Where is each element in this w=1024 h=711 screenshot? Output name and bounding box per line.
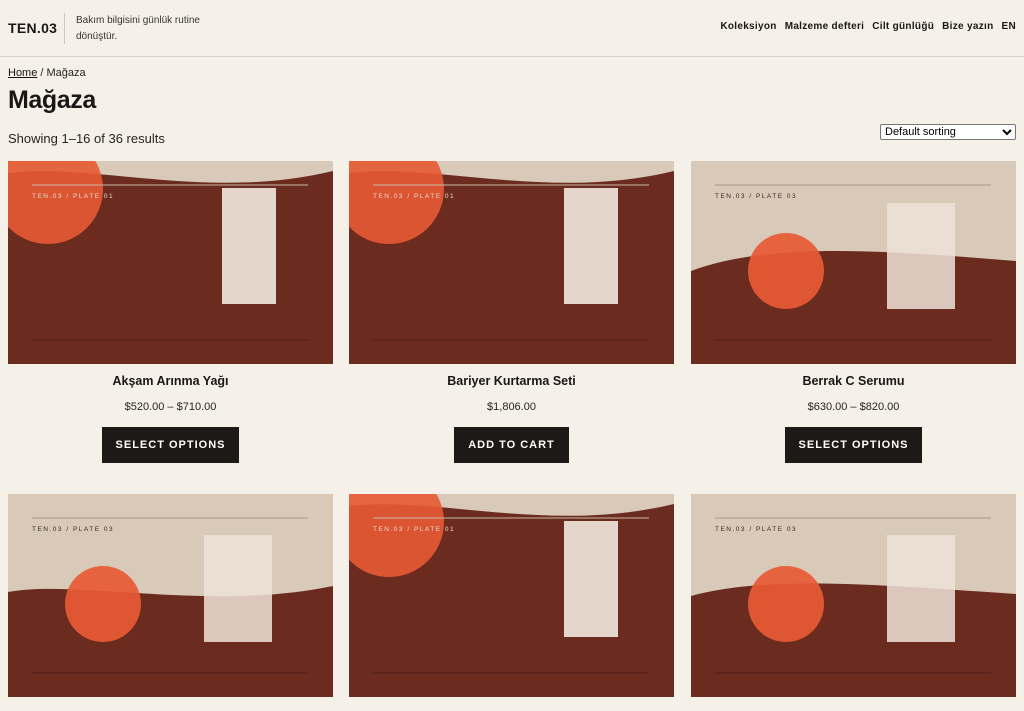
product-name[interactable]: Akşam Arınma Yağı xyxy=(8,374,333,388)
nav-item-language-en[interactable]: EN xyxy=(1002,21,1017,32)
nav-item-koleksiyon[interactable]: Koleksiyon xyxy=(720,21,776,32)
logo-divider xyxy=(64,13,65,44)
site-logo[interactable]: TEN.03 xyxy=(8,20,57,36)
site-header: TEN.03 Bakım bilgisini günlük rutine dön… xyxy=(0,0,1024,57)
product-price: $1,806.00 xyxy=(487,401,536,413)
main-nav: Koleksiyon Malzeme defteri Cilt günlüğü … xyxy=(720,21,1016,32)
product-name[interactable]: Berrak C Serumu xyxy=(691,374,1016,388)
result-count: Showing 1–16 of 36 results xyxy=(8,131,165,146)
select-options-button[interactable]: SELECT OPTIONS xyxy=(784,427,923,463)
site-tagline: Bakım bilgisini günlük rutine dönüştür. xyxy=(76,15,200,42)
plate-label: TEN.03 / PLATE 01 xyxy=(32,193,114,200)
plate-label: TEN.03 / PLATE 01 xyxy=(373,526,455,533)
product-price: $520.00 – $710.00 xyxy=(124,401,217,413)
page-title: Mağaza xyxy=(8,86,96,114)
product-card: TEN.03 / PLATE 01 Akşam Arınma Yağı $520… xyxy=(8,161,333,463)
breadcrumb: Home / Mağaza xyxy=(8,67,86,79)
product-image[interactable]: TEN.03 / PLATE 03 xyxy=(691,494,1016,697)
product-image[interactable]: TEN.03 / PLATE 03 xyxy=(8,494,333,697)
product-image[interactable]: TEN.03 / PLATE 03 xyxy=(691,161,1016,364)
product-image[interactable]: TEN.03 / PLATE 01 xyxy=(349,494,674,697)
product-card: TEN.03 / PLATE 03 xyxy=(691,494,1016,697)
plate-label: TEN.03 / PLATE 03 xyxy=(715,526,797,533)
sorting-select[interactable]: Default sorting xyxy=(880,124,1016,140)
select-options-button[interactable]: SELECT OPTIONS xyxy=(101,427,240,463)
plate-label: TEN.03 / PLATE 03 xyxy=(32,526,114,533)
breadcrumb-home-link[interactable]: Home xyxy=(8,67,37,79)
product-card: TEN.03 / PLATE 03 xyxy=(8,494,333,697)
product-name[interactable]: Bariyer Kurtarma Seti xyxy=(349,374,674,388)
nav-item-malzeme-defteri[interactable]: Malzeme defteri xyxy=(785,21,865,32)
product-price: $630.00 – $820.00 xyxy=(807,401,900,413)
product-image[interactable]: TEN.03 / PLATE 01 xyxy=(8,161,333,364)
add-to-cart-button[interactable]: ADD TO CART xyxy=(454,427,569,463)
breadcrumb-current: Mağaza xyxy=(46,67,86,79)
nav-item-bize-yazin[interactable]: Bize yazın xyxy=(942,21,993,32)
product-image[interactable]: TEN.03 / PLATE 01 xyxy=(349,161,674,364)
breadcrumb-separator: / xyxy=(37,67,47,79)
product-card: TEN.03 / PLATE 01 xyxy=(349,494,674,697)
nav-item-cilt-gunlugu[interactable]: Cilt günlüğü xyxy=(872,21,934,32)
plate-label: TEN.03 / PLATE 01 xyxy=(373,193,455,200)
product-card: TEN.03 / PLATE 03 Berrak C Serumu $630.0… xyxy=(691,161,1016,463)
plate-label: TEN.03 / PLATE 03 xyxy=(715,193,797,200)
product-card: TEN.03 / PLATE 01 Bariyer Kurtarma Seti … xyxy=(349,161,674,463)
